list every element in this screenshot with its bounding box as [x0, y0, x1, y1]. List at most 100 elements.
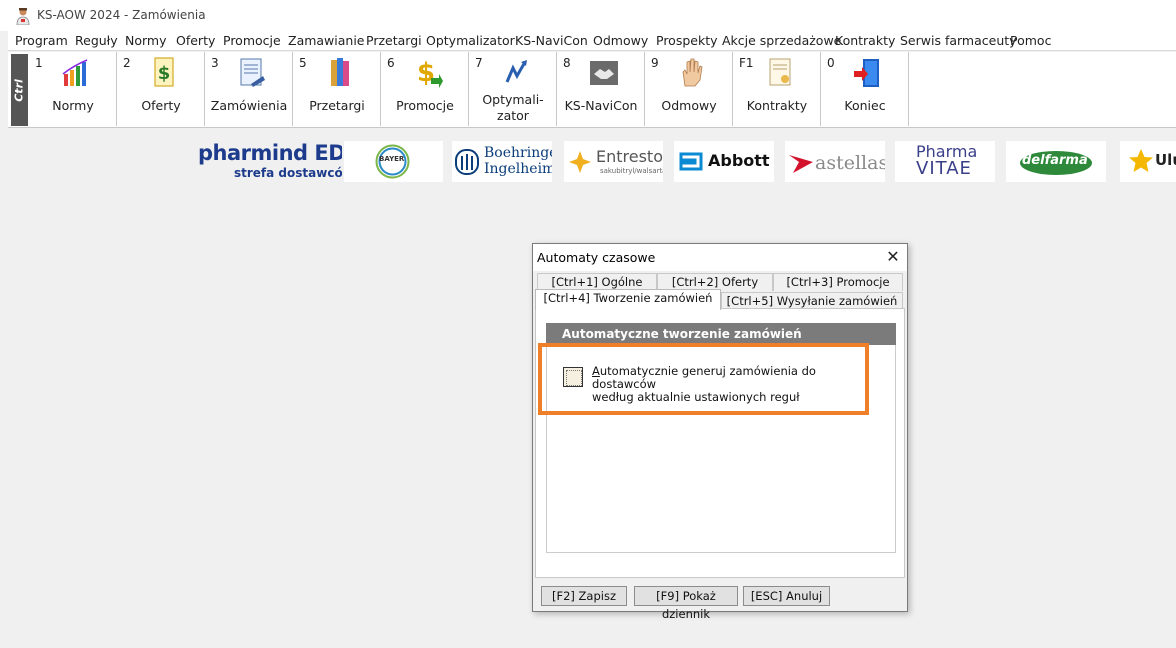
toolbar-button-optymalizator[interactable]: 7 Optymali- zator: [469, 52, 557, 126]
menu-serwis-farmaceuty[interactable]: Serwis farmaceuty: [900, 33, 1017, 48]
pharma-vitae-logo[interactable]: Pharma VITAE: [895, 141, 995, 182]
exit-door-icon: [854, 59, 879, 87]
toolbar-button-przetargi[interactable]: 5 Przetargi: [293, 52, 381, 126]
dialog-footer: [F2] Zapisz [F9] Pokaż dziennik [ESC] An…: [533, 580, 907, 621]
app-pharmacist-icon: [16, 8, 30, 25]
menu-ks-navicon[interactable]: KS-NaviCon: [515, 33, 588, 48]
toolbar-button-ks-navicon[interactable]: 8 KS-NaviCon: [557, 52, 645, 126]
logo-text: Abbott: [708, 151, 770, 170]
toolbar-button-koniec[interactable]: 0 Koniec: [821, 52, 909, 126]
menu-program[interactable]: Program: [15, 33, 68, 48]
svg-text:$: $: [158, 63, 171, 84]
tab-promocje[interactable]: [Ctrl+3] Promocje: [773, 273, 903, 291]
menu-akcje-sprzedazowe[interactable]: Akcje sprzedażowe: [722, 33, 841, 48]
toolbar: Ctrl 1 Normy 2 $ Oferty 3 Zamówienia 5 P…: [8, 52, 1176, 128]
favorite-star-icon: [1129, 149, 1153, 172]
section-header: Automatyczne tworzenie zamówień: [546, 323, 896, 345]
dollar-arrow-icon: $: [417, 58, 443, 88]
astellas-logo[interactable]: astellas: [785, 141, 885, 182]
logo-text: pharmind EDI: [198, 141, 342, 165]
logo-text: delfarma: [1022, 153, 1088, 168]
entresto-star-icon: [569, 151, 591, 173]
menu-bar: Program Reguły Normy Oferty Promocje Zam…: [8, 31, 1176, 51]
tab-panel-tworzenie: Automatyczne tworzenie zamówień Automaty…: [535, 308, 905, 578]
astellas-star-icon: [789, 155, 813, 173]
toolbar-label: Oferty: [141, 98, 181, 113]
shortcut-key: 1: [35, 56, 43, 70]
order-list-icon: [240, 58, 265, 87]
abbott-mark-icon: [679, 152, 703, 171]
logo-text: astellas: [815, 152, 885, 174]
toolbar-label: Promocje: [396, 98, 454, 113]
menu-odmowy[interactable]: Odmowy: [593, 33, 648, 48]
ctrl-label: Ctrl: [12, 79, 26, 102]
menu-prospekty[interactable]: Prospekty: [656, 33, 718, 48]
boehringer-ingelheim-logo[interactable]: Boehringer Ingelheim: [452, 141, 552, 182]
automaty-czasowe-dialog: Automaty czasowe ✕ [Ctrl+1] Ogólne [Ctrl…: [532, 243, 908, 621]
hand-icon: [682, 58, 703, 87]
menu-pomoc[interactable]: Pomoc: [1010, 33, 1051, 48]
shortcut-key: 6: [387, 56, 395, 70]
entresto-logo[interactable]: Entresto sakubitryl/walsartan: [564, 141, 663, 182]
dollar-document-icon: $: [154, 57, 174, 87]
boehringer-building-icon: [455, 149, 479, 175]
menu-reguly[interactable]: Reguły: [75, 33, 118, 48]
menu-zamawianie[interactable]: Zamawianie: [288, 33, 365, 48]
menu-promocje[interactable]: Promocje: [223, 33, 281, 48]
abbott-logo[interactable]: Abbott: [674, 141, 774, 182]
logo-text: BAYER: [379, 155, 405, 163]
toolbar-button-promocje[interactable]: 6 $ Promocje: [381, 52, 469, 126]
menu-kontrakty[interactable]: Kontrakty: [835, 33, 895, 48]
toolbar-button-zamowienia[interactable]: 3 Zamówienia: [205, 52, 293, 126]
cancel-button[interactable]: [ESC] Anuluj: [743, 586, 830, 606]
toolbar-button-oferty[interactable]: 2 $ Oferty: [117, 52, 205, 126]
logo-text-line2: VITAE: [916, 158, 972, 179]
toolbar-button-kontrakty[interactable]: F1 Kontrakty: [733, 52, 821, 126]
tab-tworzenie-zamowien[interactable]: [Ctrl+4] Tworzenie zamówień: [535, 289, 721, 310]
shortcut-key: 0: [827, 56, 835, 70]
logo-text: Ulu: [1155, 151, 1176, 169]
toolbar-button-odmowy[interactable]: 9 Odmowy: [645, 52, 733, 126]
window-title: KS-AOW 2024 - Zamówienia: [37, 8, 206, 22]
window-left-edge: [0, 0, 8, 648]
close-icon[interactable]: ✕: [883, 248, 903, 266]
menu-oferty[interactable]: Oferty: [176, 33, 215, 48]
handshake-icon: [590, 61, 618, 85]
bar-chart-icon: [62, 59, 88, 86]
binders-icon: [331, 58, 349, 86]
supplier-logos-bar: pharmind EDI strefa dostawców BAYER Boeh…: [196, 141, 1176, 182]
menu-optymalizator[interactable]: Optymalizator: [426, 33, 515, 48]
certificate-icon: [769, 58, 791, 86]
shortcut-key: F1: [739, 56, 754, 70]
delfarma-logo[interactable]: delfarma: [1006, 141, 1106, 182]
show-log-button[interactable]: [F9] Pokaż dziennik: [634, 586, 738, 621]
toolbar-label: Kontrakty: [746, 98, 808, 113]
dialog-title-bar: Automaty czasowe ✕: [533, 244, 907, 271]
toolbar-button-normy[interactable]: 1 Normy: [29, 52, 117, 126]
bayer-logo[interactable]: BAYER: [344, 141, 443, 182]
shortcut-key: 5: [299, 56, 307, 70]
logo-subtext: strefa dostawców: [234, 166, 342, 180]
logo-text: Entresto: [596, 147, 663, 166]
shortcut-key: 2: [123, 56, 131, 70]
menu-normy[interactable]: Normy: [125, 33, 167, 48]
orange-highlight-box: [538, 343, 869, 415]
title-bar: KS-AOW 2024 - Zamówienia: [0, 0, 1176, 31]
menu-przetargi[interactable]: Przetargi: [366, 33, 422, 48]
shortcut-key: 3: [211, 56, 219, 70]
save-button[interactable]: [F2] Zapisz: [541, 586, 627, 606]
toolbar-label: Normy: [52, 98, 94, 113]
ulubione-logo[interactable]: Ulu: [1120, 141, 1176, 182]
shortcut-key: 8: [563, 56, 571, 70]
optimizer-icon: [505, 60, 527, 83]
toolbar-label: KS-NaviCon: [564, 98, 638, 113]
toolbar-label: Przetargi: [309, 98, 365, 113]
shortcut-key: 7: [475, 56, 483, 70]
toolbar-label: Koniec: [844, 98, 886, 113]
logo-text-line1: Boehringer: [484, 145, 552, 161]
toolbar-label: Optymali- zator: [482, 92, 544, 123]
pharmind-edi-logo[interactable]: pharmind EDI strefa dostawców: [196, 141, 342, 182]
toolbar-label: Odmowy: [661, 98, 717, 113]
shortcut-key: 9: [651, 56, 659, 70]
logo-subtext: sakubitryl/walsartan: [600, 167, 663, 175]
